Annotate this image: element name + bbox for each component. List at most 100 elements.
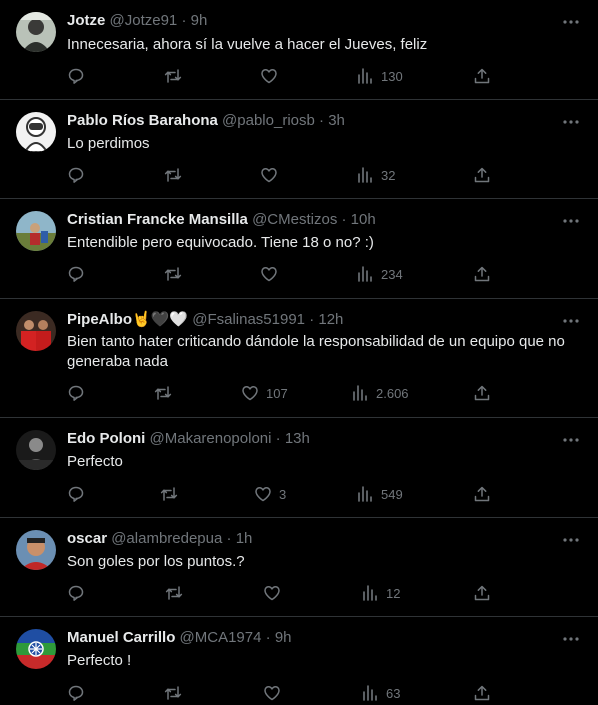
timestamp[interactable]: 13h [285, 430, 310, 447]
share-button[interactable] [473, 265, 491, 283]
reply-button[interactable] [67, 265, 85, 283]
reply-button[interactable] [67, 166, 85, 184]
views-button[interactable]: 12 [361, 584, 400, 602]
reply-icon [68, 385, 84, 401]
handle[interactable]: @pablo_riosb [222, 112, 315, 129]
views-button[interactable]: 63 [361, 684, 400, 702]
more-options-icon[interactable] [562, 212, 580, 230]
action-bar: 107 2.606 [67, 384, 491, 404]
tweet-text: Lo perdimos [67, 135, 150, 152]
retweet-button[interactable] [164, 265, 182, 283]
views-button[interactable]: 32 [356, 166, 395, 184]
reply-icon [68, 685, 84, 701]
share-button[interactable] [473, 485, 491, 503]
retweet-button[interactable] [164, 684, 182, 702]
share-button[interactable] [473, 584, 491, 602]
avatar[interactable] [16, 311, 56, 351]
share-icon [474, 167, 490, 183]
like-button[interactable] [263, 584, 288, 602]
share-button[interactable] [473, 684, 491, 702]
share-button[interactable] [473, 384, 491, 402]
reply-tweet[interactable]: Pablo Ríos Barahona @pablo_riosb · 3h Lo… [0, 100, 598, 199]
more-options-icon[interactable] [562, 312, 580, 330]
reply-button[interactable] [67, 384, 85, 402]
timestamp[interactable]: 3h [328, 112, 345, 129]
view-count: 63 [386, 685, 401, 701]
avatar[interactable] [16, 629, 56, 669]
action-bar: 12 [67, 584, 491, 604]
reply-tweet[interactable]: Cristian Francke Mansilla @CMestizos · 1… [0, 199, 598, 299]
more-options-icon[interactable] [562, 431, 580, 449]
views-button[interactable]: 2.606 [351, 384, 409, 402]
heart-icon [264, 686, 280, 701]
retweet-button[interactable] [165, 584, 183, 602]
display-name[interactable]: Manuel Carrillo [67, 629, 175, 646]
like-button[interactable] [260, 67, 285, 85]
retweet-button[interactable] [164, 67, 182, 85]
avatar[interactable] [16, 530, 56, 570]
view-count: 549 [381, 486, 403, 502]
share-button[interactable] [473, 166, 491, 184]
handle[interactable]: @alambredepua [111, 530, 222, 547]
reply-tweet[interactable]: Edo Poloni @Makarenopoloni · 13h Perfect… [0, 418, 598, 518]
more-options-icon[interactable] [562, 13, 580, 31]
display-name[interactable]: Pablo Ríos Barahona [67, 112, 218, 129]
view-count: 2.606 [376, 385, 409, 401]
handle[interactable]: @Makarenopoloni [150, 430, 272, 447]
reply-tweet[interactable]: PipeAlbo🤘🖤🤍 @Fsalinas51991 · 12h Bien ta… [0, 299, 598, 418]
like-button[interactable]: 3 [254, 485, 286, 503]
timestamp[interactable]: 10h [351, 211, 376, 228]
views-icon [358, 68, 372, 84]
timestamp[interactable]: 12h [318, 311, 343, 328]
share-icon [474, 266, 490, 282]
reply-button[interactable] [67, 485, 85, 503]
avatar[interactable] [16, 430, 56, 470]
views-button[interactable]: 234 [356, 265, 403, 283]
tweet-text: Entendible pero equivocado. Tiene 18 o n… [67, 234, 374, 251]
like-button[interactable] [263, 684, 288, 702]
view-count: 234 [381, 266, 403, 282]
like-button[interactable] [260, 166, 285, 184]
reply-icon [68, 266, 84, 282]
reply-tweet[interactable]: oscar @alambredepua · 1h Son goles por l… [0, 518, 598, 617]
handle[interactable]: @Jotze91 [110, 12, 178, 29]
views-button[interactable]: 130 [356, 67, 403, 85]
display-name[interactable]: Jotze [67, 12, 105, 29]
timestamp[interactable]: 1h [236, 530, 253, 547]
reply-button[interactable] [67, 67, 85, 85]
reply-button[interactable] [67, 584, 85, 602]
share-icon [474, 385, 490, 401]
retweet-icon [164, 69, 182, 83]
handle[interactable]: @Fsalinas51991 [192, 311, 305, 328]
timestamp[interactable]: 9h [191, 12, 208, 29]
reply-icon [68, 167, 84, 183]
more-options-icon[interactable] [562, 531, 580, 549]
avatar[interactable] [16, 211, 56, 251]
display-name[interactable]: oscar [67, 530, 107, 547]
tweet-header: Cristian Francke Mansilla @CMestizos · 1… [67, 211, 376, 229]
tweet-header: Jotze @Jotze91 · 9h [67, 12, 207, 30]
display-name[interactable]: Cristian Francke Mansilla [67, 211, 248, 228]
timestamp[interactable]: 9h [275, 629, 292, 646]
reply-tweet[interactable]: Manuel Carrillo @MCA1974 · 9h Perfecto !… [0, 617, 598, 705]
share-button[interactable] [473, 67, 491, 85]
more-options-icon[interactable] [562, 113, 580, 131]
retweet-button[interactable] [164, 166, 182, 184]
display-name[interactable]: PipeAlbo [67, 311, 132, 328]
dot-separator: · [319, 112, 325, 129]
action-bar: 63 [67, 684, 491, 704]
reply-tweet[interactable]: Jotze @Jotze91 · 9h Innecesaria, ahora s… [0, 0, 598, 100]
handle[interactable]: @MCA1974 [180, 629, 262, 646]
like-button[interactable] [260, 265, 285, 283]
more-options-icon[interactable] [562, 630, 580, 648]
handle[interactable]: @CMestizos [252, 211, 337, 228]
views-button[interactable]: 549 [356, 485, 403, 503]
display-name[interactable]: Edo Poloni [67, 430, 145, 447]
retweet-button[interactable] [160, 485, 178, 503]
avatar[interactable] [16, 12, 56, 52]
retweet-button[interactable] [154, 384, 172, 402]
reply-button[interactable] [67, 684, 85, 702]
avatar[interactable] [16, 112, 56, 152]
views-icon [358, 167, 372, 183]
like-button[interactable]: 107 [241, 384, 288, 402]
